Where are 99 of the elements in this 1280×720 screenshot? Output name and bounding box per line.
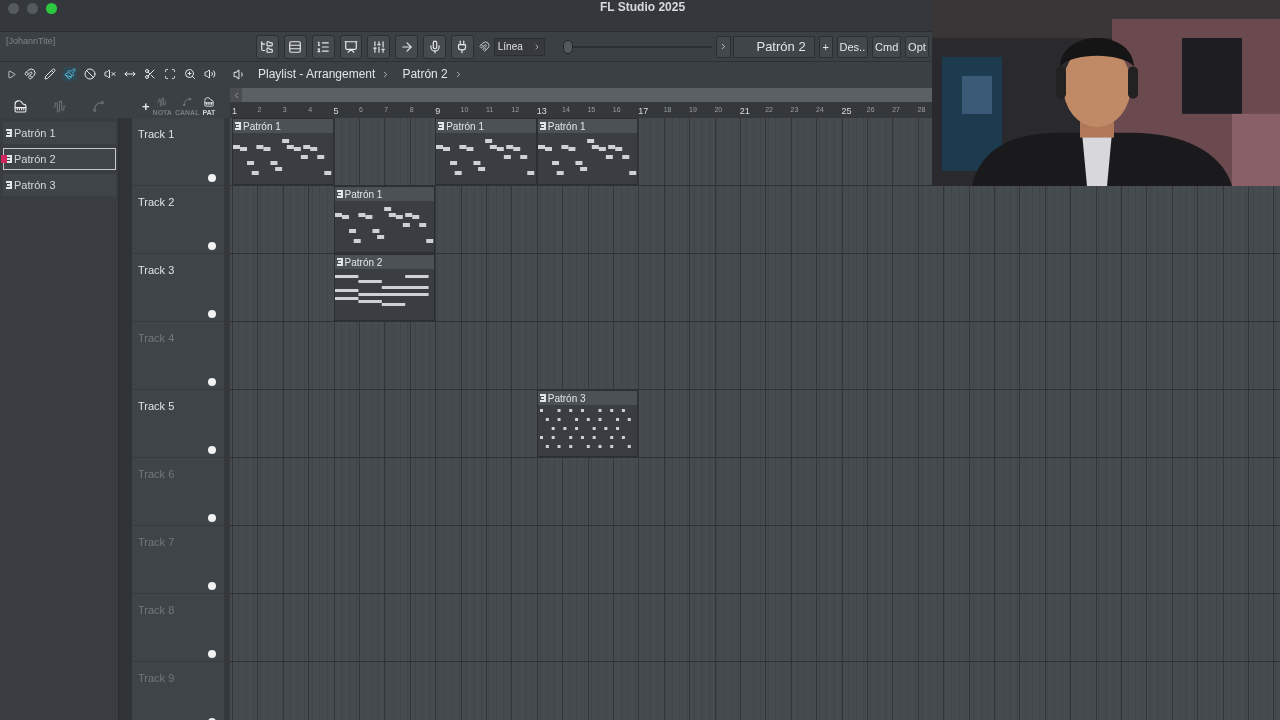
brush-icon[interactable] <box>63 67 77 81</box>
track-dot-icon[interactable] <box>208 310 216 318</box>
magnet-icon[interactable] <box>23 67 37 81</box>
pattern-item[interactable]: Patrón 3 <box>3 174 116 196</box>
folder-tree-icon <box>260 39 275 54</box>
plugin-button[interactable] <box>450 34 474 59</box>
pattern-item[interactable]: Patrón 2 <box>3 148 116 170</box>
add-track-button[interactable]: + <box>142 99 150 116</box>
bar-number: 17 <box>638 105 650 118</box>
pattern-name: Patrón 1 <box>14 127 56 139</box>
speaker-icon[interactable] <box>203 67 217 81</box>
pattern-icon <box>539 394 546 402</box>
hint-text: [JohannTite] <box>5 35 57 46</box>
scrollbar[interactable] <box>230 88 932 102</box>
track-dot-icon[interactable] <box>208 174 216 182</box>
track-dot-icon[interactable] <box>208 650 216 658</box>
bar-number: 1 <box>232 105 238 118</box>
track-name: Track 2 <box>138 196 175 208</box>
pattern-name: Patrón 3 <box>14 179 56 191</box>
snap-dropdown[interactable]: Línea <box>493 37 546 56</box>
arrow-button[interactable] <box>395 34 419 59</box>
browser-button[interactable] <box>256 34 279 59</box>
channel-rack-button[interactable] <box>283 34 307 59</box>
zoom-button[interactable] <box>46 3 57 14</box>
track-header[interactable]: Track 5 <box>132 390 224 458</box>
track-name: Track 5 <box>138 400 175 412</box>
pattern-icon <box>336 258 343 266</box>
arrow-right-icon <box>399 39 414 54</box>
bar-number: 5 <box>333 105 340 118</box>
microphone-icon <box>427 39 442 54</box>
clip-label: Patrón 1 <box>446 120 484 132</box>
bar-number: 9 <box>435 105 442 118</box>
track-dot-icon[interactable] <box>208 514 216 522</box>
window-title: FL Studio 2025 <box>600 0 686 14</box>
mixer-button[interactable] <box>367 34 391 59</box>
playlist-title: Playlist - Arrangement <box>258 67 376 81</box>
pattern-icon <box>235 122 241 130</box>
pattern-clip[interactable]: Patrón 1 <box>435 118 537 185</box>
track-name: Track 1 <box>138 128 175 140</box>
header-button[interactable]: Cmd <box>872 35 902 58</box>
header-button[interactable]: Des.. <box>836 35 869 58</box>
slider-knob[interactable] <box>563 39 574 54</box>
pattern-selector[interactable]: Patrón 2 <box>733 35 815 58</box>
track-lane[interactable]: Patrón 1 <box>230 186 1280 254</box>
track-dot-icon[interactable] <box>208 242 216 250</box>
piano-roll-button[interactable] <box>311 34 335 59</box>
mute-icon[interactable] <box>103 67 117 81</box>
pattern-clip[interactable]: Patrón 1 <box>536 118 639 185</box>
selection-marker-icon <box>1 155 7 163</box>
piano-icon[interactable] <box>14 100 27 113</box>
screen-icon <box>344 39 358 54</box>
rows-icon <box>288 39 303 54</box>
list-icon <box>316 39 331 54</box>
track-lane[interactable]: Patrón 1 Patrón 1 Patrón 1 <box>230 118 932 186</box>
pattern-icon <box>539 122 546 130</box>
pattern-icon <box>6 129 12 137</box>
clip-label: Patrón 1 <box>243 120 281 132</box>
delete-icon[interactable] <box>83 67 97 81</box>
track-dot-icon[interactable] <box>208 446 216 454</box>
scissors-icon[interactable] <box>143 67 157 81</box>
piano-icon[interactable] <box>203 97 214 107</box>
pattern-icon <box>6 181 12 189</box>
clip-label: Patrón 1 <box>344 188 383 200</box>
zoom-icon[interactable] <box>183 67 197 81</box>
track-name: Track 3 <box>138 264 175 276</box>
pattern-icon <box>6 155 12 163</box>
add-pattern-button[interactable]: + <box>818 35 833 58</box>
speaker-icon[interactable] <box>233 67 246 81</box>
bar-number: 13 <box>536 105 548 118</box>
track-header[interactable]: Track 2 <box>132 186 224 254</box>
track-header[interactable]: Track 3 <box>132 254 224 322</box>
playlist-button[interactable] <box>339 34 363 59</box>
magnet-icon[interactable] <box>478 41 490 52</box>
pattern-clip[interactable]: Patrón 3 <box>536 390 639 457</box>
pattern-icon <box>336 190 343 198</box>
track-dot-icon[interactable] <box>208 582 216 590</box>
select-icon[interactable] <box>163 67 177 81</box>
pattern-icon <box>438 122 445 130</box>
pattern-clip[interactable]: Patrón 1 <box>333 186 436 253</box>
header-button[interactable]: Opt <box>905 35 929 58</box>
play-icon[interactable] <box>6 68 17 80</box>
breadcrumb-text[interactable]: Patrón 2 <box>402 67 448 81</box>
pencil-icon[interactable] <box>43 67 57 81</box>
track-lane[interactable]: Patrón 3 <box>230 390 1280 458</box>
bar-number: 21 <box>739 105 751 118</box>
pattern-clip[interactable]: Patrón 2 <box>333 254 436 321</box>
sliders-icon <box>371 39 386 54</box>
clip-label: Patrón 3 <box>547 392 586 404</box>
microphone-button[interactable] <box>423 34 446 59</box>
track-dot-icon[interactable] <box>208 378 216 386</box>
clip-label: Patrón 2 <box>344 256 383 268</box>
pattern-clip[interactable]: Patrón 1 <box>232 118 334 185</box>
clip-label: Patrón 1 <box>547 120 586 132</box>
track-header[interactable]: Track 1 <box>132 118 224 186</box>
pattern-item[interactable]: Patrón 1 <box>3 122 116 144</box>
pattern-name: Patrón 2 <box>14 153 56 165</box>
bar-number: 25 <box>841 105 853 118</box>
vertical-scrollbar[interactable] <box>118 118 132 720</box>
track-lane[interactable]: Patrón 2 <box>230 254 1280 322</box>
